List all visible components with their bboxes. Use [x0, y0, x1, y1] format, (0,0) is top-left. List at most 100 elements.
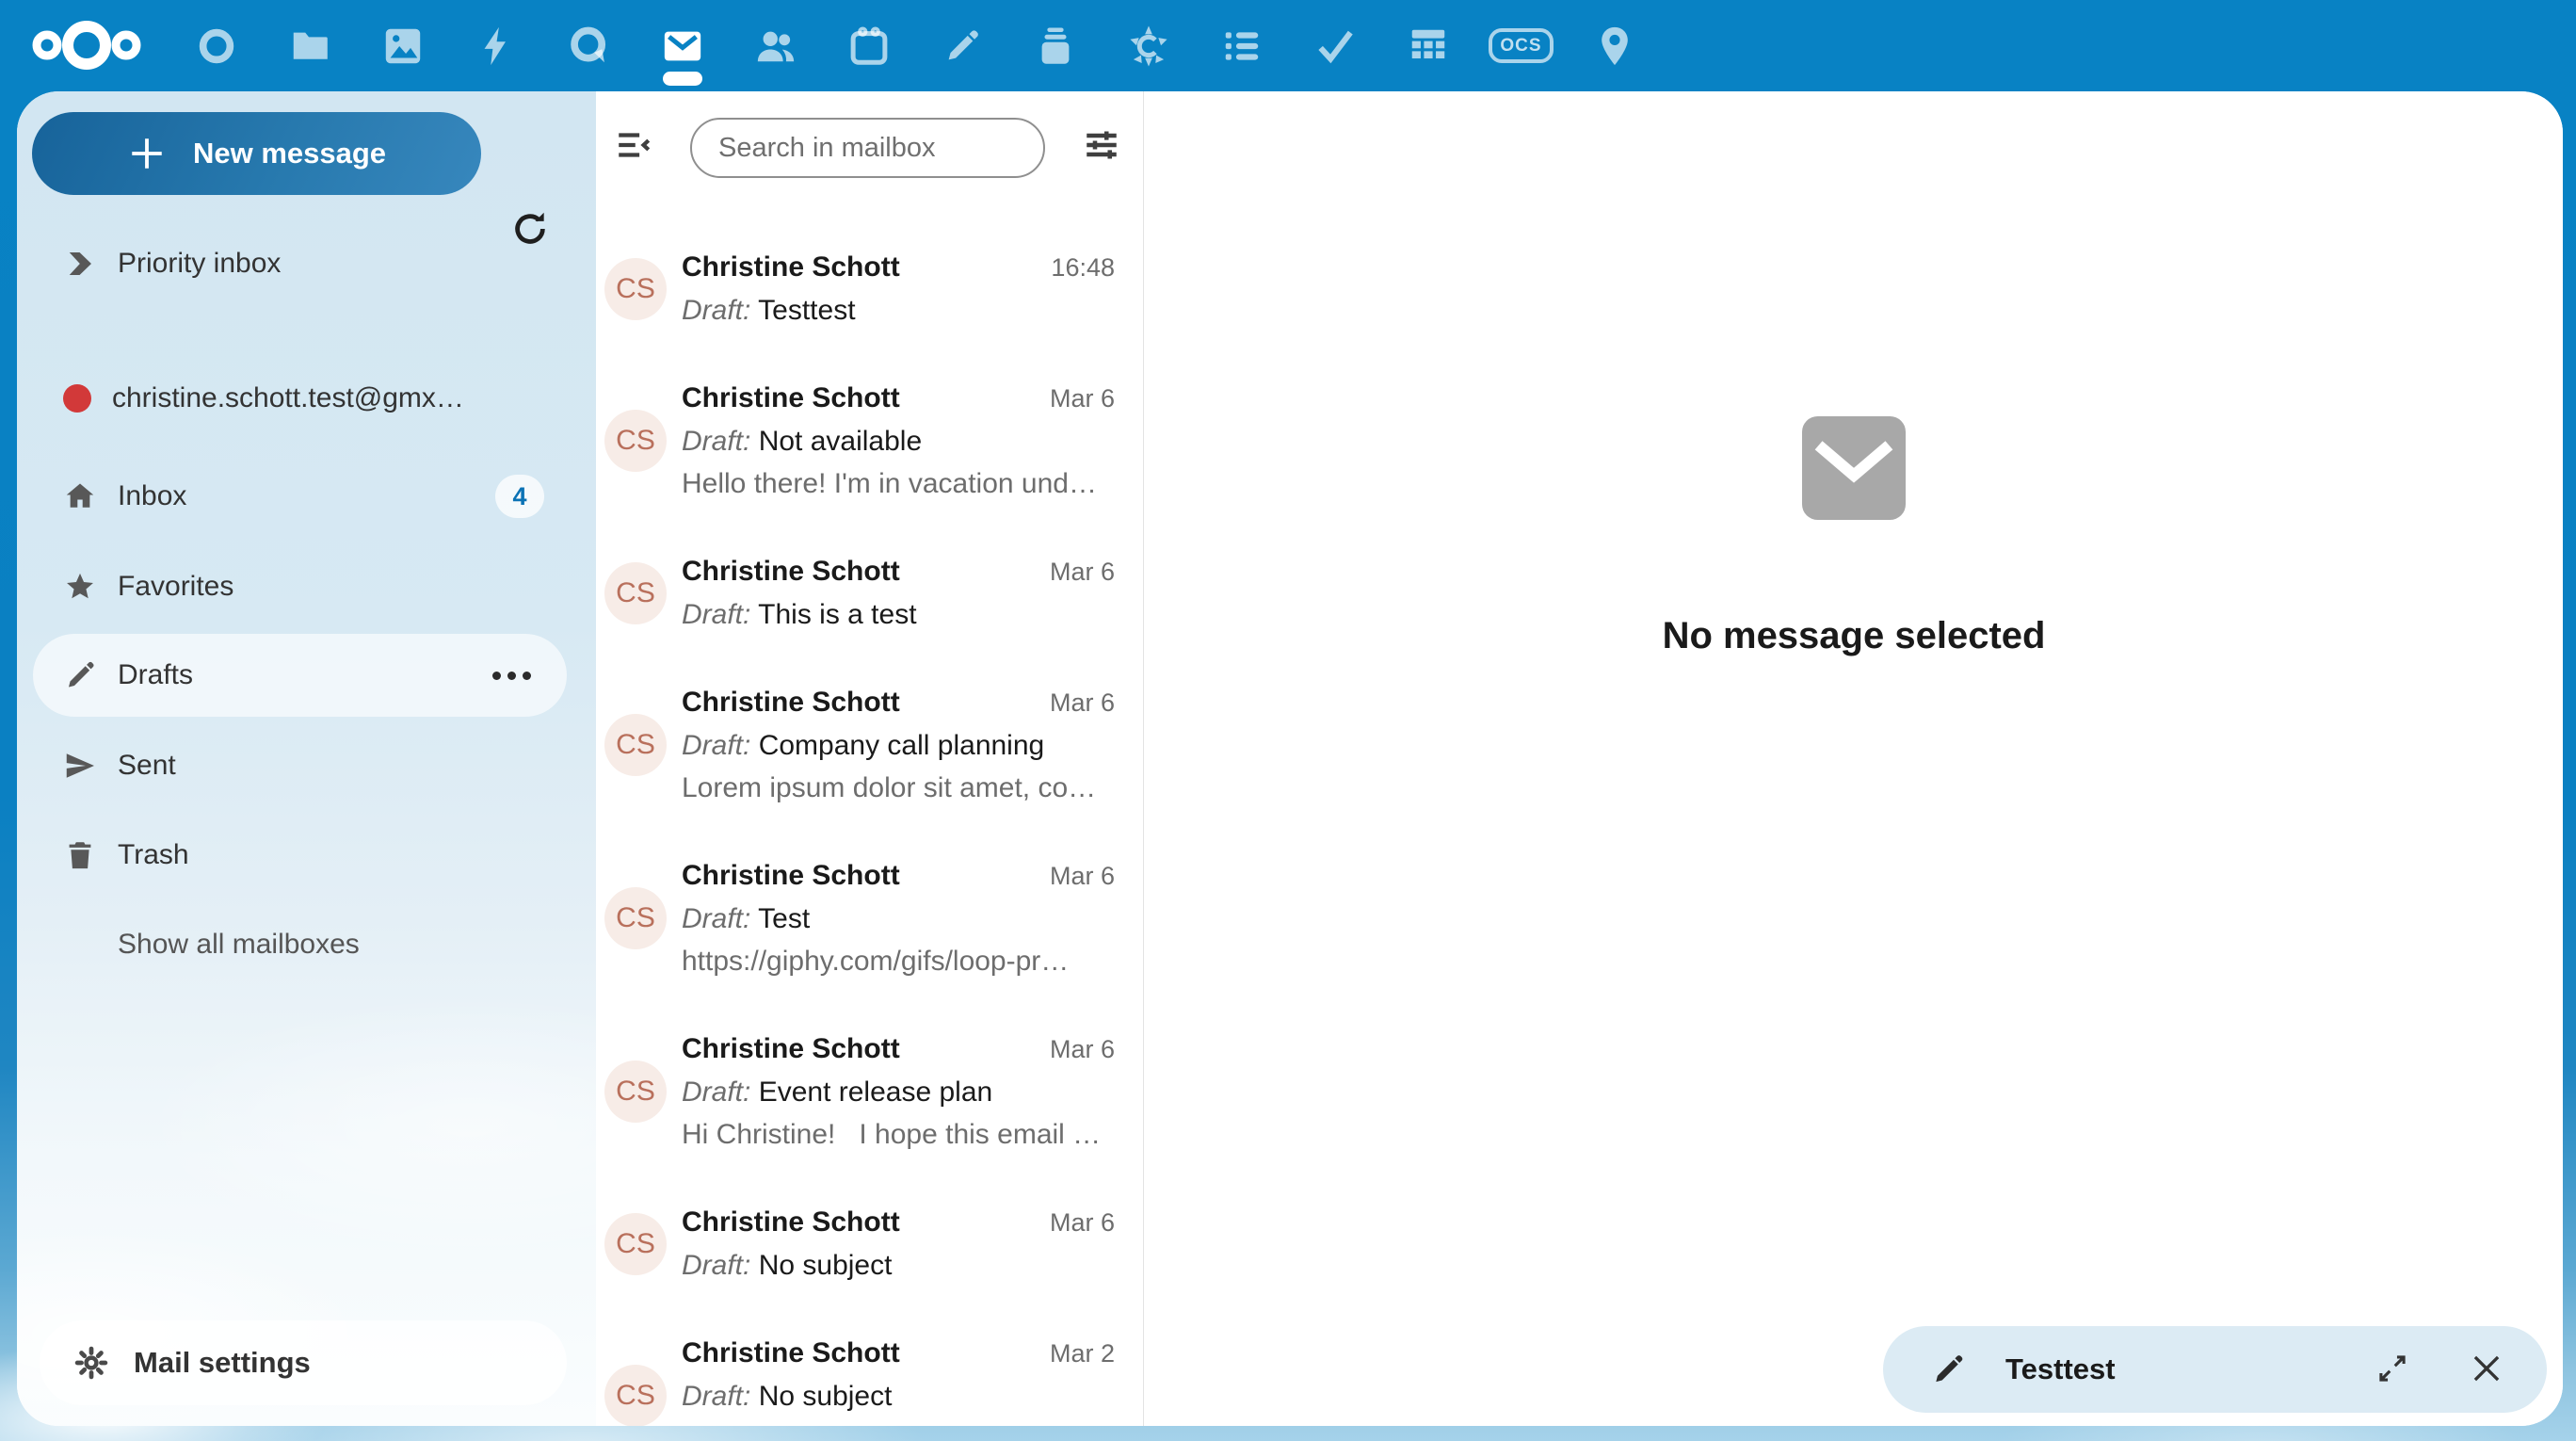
message-row[interactable]: CS Christine Schott Mar 2 Draft: No subj… [596, 1309, 1143, 1426]
message-time: Mar 6 [1050, 682, 1115, 724]
tasks-app-icon[interactable] [1288, 0, 1381, 91]
filter-icon[interactable] [1077, 121, 1126, 170]
mail-app-icon[interactable] [636, 0, 729, 91]
message-sender: Christine Schott [682, 246, 900, 288]
trash-icon [63, 838, 97, 872]
message-sender: Christine Schott [682, 377, 900, 419]
message-row[interactable]: CS Christine Schott 16:48 Draft: Testtes… [596, 223, 1143, 354]
unread-dot-icon [63, 384, 91, 413]
sidebar-item-sent[interactable]: Sent [33, 724, 567, 807]
message-subject: Test [758, 903, 810, 934]
search-input[interactable] [690, 118, 1045, 178]
sidebar-item-account[interactable]: christine.schott.test@gmx… [33, 357, 567, 440]
sidebar-item-label: Favorites [118, 571, 233, 603]
message-subject: No subject [759, 1250, 893, 1281]
activity-app-icon[interactable] [449, 0, 542, 91]
sender-avatar: CS [604, 714, 667, 776]
draft-prefix: Draft: [682, 426, 750, 457]
priority-inbox-icon [63, 247, 97, 281]
draft-prefix: Draft: [682, 1381, 750, 1412]
minimized-composer-bar[interactable]: Testtest [1883, 1326, 2547, 1413]
draft-prefix: Draft: [682, 599, 750, 630]
message-sender: Christine Schott [682, 550, 900, 592]
message-list: CS Christine Schott 16:48 Draft: Testtes… [596, 223, 1143, 1426]
sidebar-item-label: Trash [118, 839, 189, 871]
message-subject: Not available [759, 426, 922, 457]
sidebar-item-favorites[interactable]: Favorites [33, 545, 567, 628]
collapse-sidebar-icon[interactable] [609, 121, 658, 170]
message-summary: Christine Schott Mar 6 Draft: Not availa… [682, 377, 1115, 505]
message-row[interactable]: CS Christine Schott Mar 6 Draft: This is… [596, 527, 1143, 658]
star-icon [63, 570, 97, 604]
sidebar-item-label: Drafts [118, 659, 193, 691]
message-sender: Christine Schott [682, 854, 900, 897]
sidebar-item-drafts[interactable]: Drafts [33, 634, 567, 717]
circle-app-icon[interactable] [169, 0, 263, 91]
message-time: Mar 6 [1050, 551, 1115, 593]
calendar-app-icon[interactable] [822, 0, 915, 91]
close-composer-icon[interactable] [2462, 1345, 2511, 1394]
sender-avatar: CS [604, 887, 667, 949]
sidebar-item-show-all-mailboxes[interactable]: Show all mailboxes [33, 903, 567, 986]
sidebar-item-label: Priority inbox [118, 248, 281, 280]
message-time: 16:48 [1051, 247, 1115, 289]
contacts-app-icon[interactable] [729, 0, 822, 91]
mail-settings-label: Mail settings [134, 1346, 311, 1380]
files-app-icon[interactable] [263, 0, 356, 91]
assistant-app-icon[interactable] [1102, 0, 1195, 91]
nextcloud-logo[interactable] [27, 16, 146, 74]
expand-composer-icon[interactable] [2368, 1345, 2417, 1394]
pencil-icon [63, 658, 97, 692]
sender-avatar: CS [604, 410, 667, 472]
message-summary: Christine Schott Mar 6 Draft: Company ca… [682, 681, 1115, 809]
nextcloud-mail-app: OCS SJ New [0, 0, 2576, 1441]
app-navigation: OCS [169, 0, 1661, 91]
message-subject: Event release plan [759, 1077, 993, 1108]
notes-app-icon[interactable] [915, 0, 1008, 91]
sender-avatar: CS [604, 258, 667, 320]
mail-settings-button[interactable]: Mail settings [40, 1320, 567, 1405]
photos-app-icon[interactable] [356, 0, 449, 91]
sender-avatar: CS [604, 1213, 667, 1275]
spacer [63, 928, 97, 962]
message-time: Mar 6 [1050, 855, 1115, 898]
empty-state-title: No message selected [1145, 615, 2563, 657]
plus-icon [127, 134, 167, 173]
mail-sidebar: New message Priority inbox christine.sch… [17, 91, 596, 1426]
draft-prefix: Draft: [682, 730, 750, 761]
ocs-app-icon[interactable]: OCS [1474, 0, 1568, 91]
message-row[interactable]: CS Christine Schott Mar 6 Draft: Not ava… [596, 354, 1143, 527]
send-icon [63, 749, 97, 783]
talk-app-icon[interactable] [542, 0, 636, 91]
ocs-label: OCS [1489, 28, 1553, 63]
message-row[interactable]: CS Christine Schott Mar 6 Draft: Company… [596, 658, 1143, 832]
message-preview: https://giphy.com/gifs/loop-pr… [682, 940, 1115, 982]
tables-app-icon[interactable] [1381, 0, 1474, 91]
sidebar-item-label: Sent [118, 750, 176, 782]
message-summary: Christine Schott Mar 2 Draft: No subject… [682, 1332, 1115, 1426]
message-summary: Christine Schott 16:48 Draft: Testtest [682, 246, 1115, 332]
deck-app-icon[interactable] [1008, 0, 1102, 91]
message-content-pane: No message selected Testtest [1145, 91, 2563, 1426]
list-app-icon[interactable] [1195, 0, 1288, 91]
sidebar-item-inbox[interactable]: Inbox 4 [33, 455, 567, 538]
message-subject: Company call planning [759, 730, 1045, 761]
drafts-actions-menu-icon[interactable] [483, 662, 540, 689]
message-subject: Testtest [758, 295, 855, 326]
message-sender: Christine Schott [682, 1332, 900, 1374]
draft-prefix: Draft: [682, 295, 750, 326]
new-message-button[interactable]: New message [32, 112, 481, 195]
pencil-icon [1930, 1352, 1966, 1387]
sidebar-item-priority-inbox[interactable]: Priority inbox [33, 222, 567, 305]
message-sender: Christine Schott [682, 681, 900, 723]
sender-avatar: CS [604, 1061, 667, 1123]
app-content-panel: New message Priority inbox christine.sch… [17, 91, 2563, 1426]
sidebar-item-trash[interactable]: Trash [33, 814, 567, 897]
sidebar-item-label: christine.schott.test@gmx… [112, 382, 464, 414]
message-sender: Christine Schott [682, 1201, 900, 1243]
message-preview: Lorem ipsum dolor sit amet, co… [682, 767, 1115, 809]
message-row[interactable]: CS Christine Schott Mar 6 Draft: Event r… [596, 1005, 1143, 1178]
maps-app-icon[interactable] [1568, 0, 1661, 91]
message-row[interactable]: CS Christine Schott Mar 6 Draft: No subj… [596, 1178, 1143, 1309]
message-row[interactable]: CS Christine Schott Mar 6 Draft: Test ht… [596, 832, 1143, 1005]
